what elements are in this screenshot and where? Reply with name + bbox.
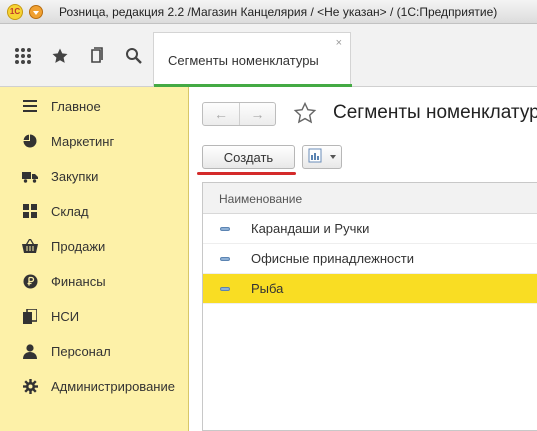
sidebar-item-marketing[interactable]: Маркетинг [0, 126, 189, 156]
sidebar-item-label: Администрирование [51, 378, 175, 394]
app-window: 1С Розница, редакция 2.2 /Магазин Канцел… [0, 0, 537, 431]
sidebar-item-administration[interactable]: Администрирование [0, 371, 189, 401]
main-menu-dropdown-icon[interactable] [29, 4, 43, 19]
search-icon[interactable] [124, 46, 144, 66]
title-bar: 1С Розница, редакция 2.2 /Магазин Канцел… [0, 0, 537, 24]
history-icon[interactable] [87, 46, 107, 66]
sidebar-item-finance[interactable]: Финансы [0, 266, 189, 296]
person-icon [22, 343, 38, 359]
sidebar-item-label: НСИ [51, 308, 80, 324]
gear-icon [22, 378, 38, 394]
sidebar-item-personnel[interactable]: Персонал [0, 336, 189, 366]
sidebar-item-label: Главное [51, 98, 101, 114]
table-row[interactable]: Офисные принадлежности [203, 244, 537, 274]
basket-icon [22, 238, 38, 254]
sidebar-item-sales[interactable]: Продажи [0, 231, 189, 261]
back-button[interactable]: ← [203, 103, 239, 125]
row-label: Рыба [251, 281, 284, 296]
table-row-selected[interactable]: Рыба [203, 274, 537, 304]
report-dropdown-button[interactable] [302, 145, 342, 169]
sidebar-item-label: Маркетинг [51, 133, 115, 149]
item-marker-icon [220, 287, 230, 291]
row-label: Карандаши и Ручки [251, 221, 370, 236]
sections-sidebar: Главное Маркетинг Закупки Склад Продажи [0, 87, 189, 431]
star-icon[interactable] [50, 46, 70, 66]
report-icon [308, 148, 324, 166]
tab-segments[interactable]: Сегменты номенклатуры × [153, 32, 352, 87]
sidebar-item-purchases[interactable]: Закупки [0, 161, 189, 191]
column-header-name[interactable]: Наименование [219, 192, 302, 206]
row-label: Офисные принадлежности [251, 251, 414, 266]
close-icon[interactable]: × [336, 37, 342, 49]
forward-button[interactable]: → [238, 103, 275, 125]
documents-icon [22, 308, 38, 324]
sidebar-item-label: Склад [51, 203, 89, 219]
item-marker-icon [220, 227, 230, 231]
sidebar-item-label: Продажи [51, 238, 106, 254]
navigation-buttons: ← → [202, 102, 276, 126]
item-marker-icon [220, 257, 230, 261]
table-header: Наименование [203, 183, 537, 214]
truck-icon [22, 168, 38, 184]
ruble-icon [22, 273, 38, 289]
pie-chart-icon [22, 133, 38, 149]
menu-lines-icon [22, 98, 38, 114]
tab-label: Сегменты номенклатуры [168, 53, 319, 68]
tab-strip: Сегменты номенклатуры × [153, 32, 537, 87]
page-title: Сегменты номенклатуры [333, 102, 537, 123]
top-toolbar: Сегменты номенклатуры × [0, 24, 537, 87]
sidebar-item-main[interactable]: Главное [0, 91, 189, 121]
create-button[interactable]: Создать [202, 145, 295, 169]
sidebar-item-label: Персонал [51, 343, 111, 359]
table-row[interactable]: Карандаши и Ручки [203, 214, 537, 244]
sidebar-item-label: Финансы [51, 273, 106, 289]
annotation-underline [197, 172, 296, 175]
sidebar-item-label: Закупки [51, 168, 99, 184]
window-title: Розница, редакция 2.2 /Магазин Канцеляри… [59, 4, 498, 19]
chevron-down-icon [330, 155, 336, 159]
apps-grid-icon[interactable] [13, 46, 33, 66]
segments-table: Наименование Карандаши и Ручки Офисные п… [202, 182, 537, 431]
sidebar-item-warehouse[interactable]: Склад [0, 196, 189, 226]
favorite-star-icon[interactable] [293, 101, 317, 125]
main-content: ← → Сегменты номенклатуры Создать Наимен… [190, 88, 537, 431]
sidebar-item-nsi[interactable]: НСИ [0, 301, 189, 331]
warehouse-grid-icon [22, 203, 38, 219]
app-logo-icon: 1С [7, 3, 23, 20]
